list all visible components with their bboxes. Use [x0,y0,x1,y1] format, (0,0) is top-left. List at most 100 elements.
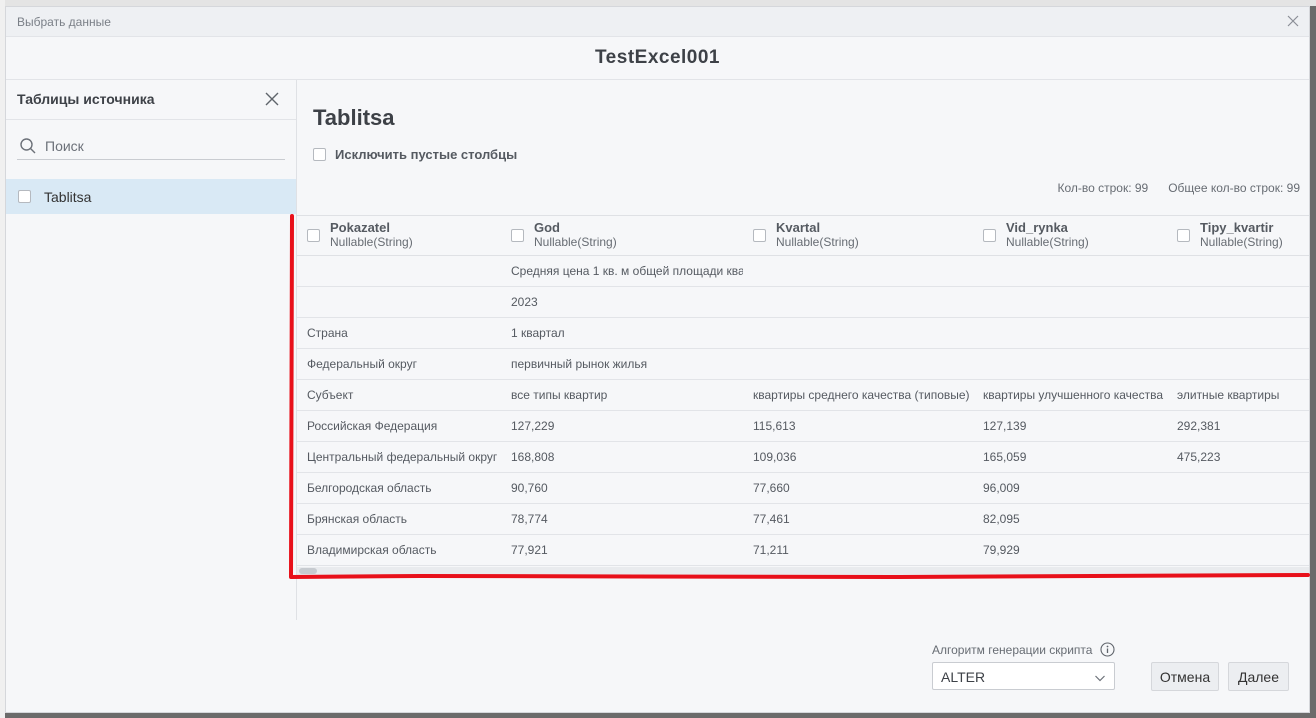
sidebar-item-label: Tablitsa [44,189,92,205]
column-checkbox[interactable] [753,229,766,242]
table-cell: 127,229 [501,410,743,442]
column-checkbox[interactable] [1177,229,1190,242]
table-cell [297,286,501,318]
column-checkbox[interactable] [307,229,320,242]
table-header-row: Pokazatel Nullable(String) God Nullable(St… [297,215,1309,256]
table-cell: Белгородская область [297,472,501,504]
table-preview-panel: Tablitsa Исключить пустые столбцы Кол-во… [297,80,1309,620]
table-cell [973,255,1167,287]
table-cell: квартиры среднего качества (типовые) [743,379,973,411]
column-name: Pokazatel [330,220,390,235]
exclude-empty-columns-checkbox[interactable] [313,148,326,161]
table-cell: 2023 [501,286,743,318]
table-cell: 79,929 [973,534,1167,566]
table-cell [743,317,973,349]
table-cell [1167,534,1309,566]
dialog-title: Выбрать данные [17,15,111,29]
source-tables-panel: Таблицы источника Tablitsa [6,80,297,620]
cancel-button[interactable]: Отмена [1151,662,1219,691]
column-header-kvartal: Kvartal Nullable(String) [743,215,973,256]
table-cell [743,348,973,380]
script-algorithm-select[interactable]: ALTER [932,662,1115,690]
total-row-count: Общее кол-во строк: 99 [1168,181,1300,195]
data-preview-table: Pokazatel Nullable(String) God Nullable(St… [297,215,1309,566]
exclude-empty-columns-label: Исключить пустые столбцы [335,147,518,162]
table-cell: квартиры улучшенного качества [973,379,1167,411]
dialog-body: Таблицы источника Tablitsa Tablitsa [6,80,1309,620]
close-icon[interactable] [1285,13,1301,29]
table-row: Страна 1 квартал [297,317,1309,349]
horizontal-scrollbar[interactable] [297,567,1309,575]
table-cell: Брянская область [297,503,501,535]
row-count: Кол-во строк: 99 [1057,181,1149,195]
table-cell: Средняя цена 1 кв. м общей площади квар [501,255,743,287]
table-row: Владимирская область 77,921 71,211 79,929 [297,534,1309,566]
column-checkbox[interactable] [511,229,524,242]
table-cell: все типы квартир [501,379,743,411]
next-button[interactable]: Далее [1228,662,1289,691]
source-tables-header: Таблицы источника [6,80,296,120]
document-title: TestExcel001 [594,47,720,68]
scrollbar-thumb[interactable] [299,568,317,574]
column-name: Tipy_kvartir [1200,220,1274,235]
sidebar-item-tablitsa[interactable]: Tablitsa [6,179,296,214]
column-header-pokazatel: Pokazatel Nullable(String) [297,215,501,256]
table-row: Центральный федеральный округ 168,808 109,… [297,441,1309,473]
row-counts: Кол-во строк: 99 Общее кол-во строк: 99 [1057,181,1300,195]
table-cell: Российская Федерация [297,410,501,442]
table-cell [1167,317,1309,349]
table-cell [1167,503,1309,535]
info-icon[interactable] [1100,642,1116,657]
column-header-god: God Nullable(String) [501,215,743,256]
source-tables-title: Таблицы источника [17,91,155,107]
column-type: Nullable(String) [1200,235,1283,249]
table-cell: элитные квартиры [1167,379,1309,411]
table-checkbox[interactable] [18,190,31,203]
dialog-header: Выбрать данные [6,7,1309,37]
table-cell: Субъект [297,379,501,411]
table-cell: 127,139 [973,410,1167,442]
table-cell: Владимирская область [297,534,501,566]
document-title-bar: TestExcel001 [6,37,1309,80]
select-value: ALTER [941,669,986,685]
table-cell: первичный рынок жилья [501,348,743,380]
table-row: Белгородская область 90,760 77,660 96,009 [297,472,1309,504]
table-cell [297,255,501,287]
table-cell: 78,774 [501,503,743,535]
table-cell [743,286,973,318]
column-name: Vid_rynka [1006,220,1068,235]
table-cell [973,286,1167,318]
column-type: Nullable(String) [330,235,413,249]
table-cell [973,317,1167,349]
table-cell: 292,381 [1167,410,1309,442]
column-name: God [534,220,560,235]
table-cell: Страна [297,317,501,349]
table-title: Tablitsa [313,105,395,130]
table-cell: 71,211 [743,534,973,566]
column-type: Nullable(String) [534,235,617,249]
table-row: Субъект все типы квартир квартиры среднего… [297,379,1309,411]
close-icon[interactable] [264,91,280,107]
table-body: Средняя цена 1 кв. м общей площади квар … [297,255,1309,566]
column-checkbox[interactable] [983,229,996,242]
exclude-empty-columns-option[interactable]: Исключить пустые столбцы [313,147,517,162]
table-cell [743,255,973,287]
script-algorithm-label-row: Алгоритм генерации скрипта [932,642,1116,657]
table-cell: 90,760 [501,472,743,504]
dialog-footer: Алгоритм генерации скрипта ALTER Отмена … [6,620,1309,712]
table-cell: 77,461 [743,503,973,535]
column-header-tipy-kvartir: Tipy_kvartir Nullable(String) [1167,215,1309,256]
chevron-down-icon [1094,671,1106,683]
table-cell: 1 квартал [501,317,743,349]
table-cell: 96,009 [973,472,1167,504]
table-cell: Федеральный округ [297,348,501,380]
table-row: Федеральный округ первичный рынок жилья [297,348,1309,380]
table-cell: 115,613 [743,410,973,442]
table-cell [1167,286,1309,318]
table-cell: 77,921 [501,534,743,566]
data-preview-table-container: Pokazatel Nullable(String) God Nullable(St… [297,215,1309,576]
search-input[interactable] [45,136,275,156]
table-cell: 82,095 [973,503,1167,535]
table-row: Российская Федерация 127,229 115,613 127,13… [297,410,1309,442]
table-cell [1167,255,1309,287]
